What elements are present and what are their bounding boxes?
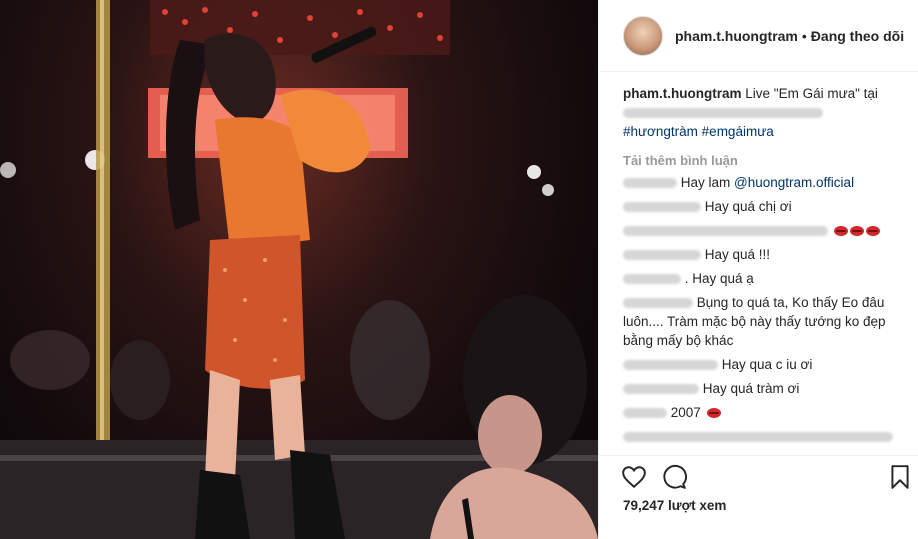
blurred-username <box>623 202 701 213</box>
lips-emoji-icon <box>849 226 864 237</box>
bookmark-icon[interactable] <box>887 464 913 490</box>
blurred-username <box>623 298 693 309</box>
blurred-location <box>623 108 823 119</box>
caption-hashtags[interactable]: #hươngtràm #emgáimưa <box>623 124 774 139</box>
comment-item: 2007 <box>623 403 903 422</box>
comment-item: Hay quá chị ơi <box>623 197 903 216</box>
comment-mention[interactable]: @huongtram.official <box>734 175 854 190</box>
comment-text: Hay quá !!! <box>704 247 771 262</box>
username-link[interactable]: pham.t.huongtram <box>675 28 798 44</box>
comment-item: Hay quá tràm ơi <box>623 379 903 398</box>
comment-text: Hay lam <box>680 175 731 190</box>
comment-text: . Hay quá ạ <box>684 271 754 286</box>
comment-text: Hay quá chị ơi <box>704 199 792 214</box>
blurred-username <box>623 360 718 371</box>
view-count[interactable]: 79,247 lượt xem <box>623 498 726 513</box>
separator-dot: • <box>801 27 807 44</box>
avatar[interactable] <box>623 15 663 56</box>
post-sidebar: pham.t.huongtram • Đang theo dõi pham.t.… <box>598 0 918 539</box>
comment-icon[interactable] <box>661 464 687 490</box>
lips-emoji-icon <box>833 226 848 237</box>
caption-text: Live "Em Gái mưa" tại <box>745 86 878 101</box>
post-caption: pham.t.huongtram Live "Em Gái mưa" tại #… <box>623 84 903 141</box>
comment-text: 2007 <box>670 405 701 420</box>
blurred-username <box>623 178 677 189</box>
blurred-username <box>623 226 828 237</box>
comment-item: Bụng to quá ta, Ko thấy Eo đâu luôn.... … <box>623 293 903 350</box>
comments-section: pham.t.huongtram Live "Em Gái mưa" tại #… <box>623 84 903 446</box>
stage-scene-image <box>0 0 598 539</box>
caption-username[interactable]: pham.t.huongtram <box>623 86 742 101</box>
post-video[interactable] <box>0 0 598 539</box>
lips-emoji-icon <box>865 226 880 237</box>
comment-text: Hay quá tràm ơi <box>702 381 800 396</box>
blurred-comment <box>623 432 893 443</box>
lips-emoji-icon <box>706 408 721 419</box>
comment-item: . Hay quá ạ <box>623 269 903 288</box>
comment-item-partial <box>623 427 903 446</box>
heart-icon[interactable] <box>621 464 647 490</box>
blurred-username <box>623 408 667 419</box>
blurred-username <box>623 250 701 261</box>
load-more-comments-link[interactable]: Tải thêm bình luận <box>623 153 903 168</box>
comment-item <box>623 221 903 240</box>
blurred-username <box>623 274 681 285</box>
comment-text: Hay qua c iu ơi <box>721 357 813 372</box>
post-header: pham.t.huongtram • Đang theo dõi <box>599 0 918 72</box>
comment-item: Hay qua c iu ơi <box>623 355 903 374</box>
comment-item: Hay quá !!! <box>623 245 903 264</box>
action-bar <box>599 455 918 495</box>
comment-item: Hay lam @huongtram.official <box>623 173 903 192</box>
follow-status-button[interactable]: Đang theo dõi <box>811 28 904 44</box>
blurred-username <box>623 384 699 395</box>
